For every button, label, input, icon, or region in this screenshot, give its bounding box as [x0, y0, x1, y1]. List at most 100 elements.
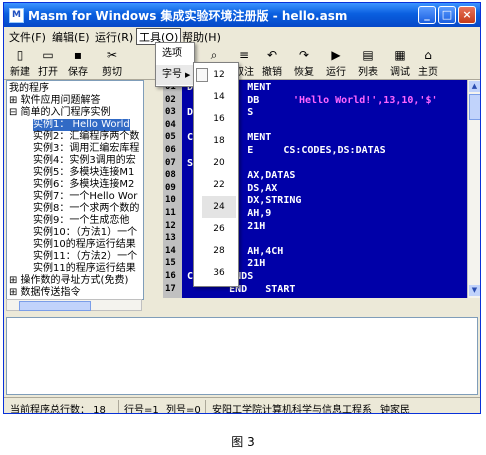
line-number: 02 [165, 94, 176, 105]
editor-vertical-scrollbar[interactable]: ▲ ▼ [467, 80, 480, 298]
scroll-down-icon[interactable]: ▼ [469, 285, 480, 296]
tree-item[interactable]: ⊞ 操作数的寻址方式(免费) [9, 275, 128, 287]
toolbar-label: 调试 [390, 67, 410, 78]
toolbar-button-debug[interactable]: ▦ 调试 [386, 46, 414, 78]
font-size-option-14[interactable]: 14 [202, 86, 236, 108]
scroll-up-icon[interactable]: ▲ [469, 81, 480, 92]
tree-item[interactable]: 实例9：一个生成恋他 [33, 215, 129, 227]
tree-item[interactable]: 实例3：调用汇编宏库程 [33, 143, 139, 155]
scroll-thumb[interactable] [469, 94, 480, 120]
tree-horizontal-scrollbar[interactable] [6, 299, 142, 311]
toolbar-label: 打开 [38, 67, 58, 78]
submenu-arrow-icon: ▶ [185, 71, 191, 79]
line-number: 16 [165, 271, 176, 281]
status-divider [205, 400, 206, 413]
menu-edit[interactable]: 编辑(E) [52, 29, 90, 45]
tools-dropdown-menu: 选项 字号 ▶ [155, 42, 195, 87]
toolbar-button-home[interactable]: ⌂ 主页 [414, 46, 442, 78]
toolbar-label: 运行 [326, 67, 346, 78]
font-size-option-36[interactable]: 36 [202, 262, 236, 284]
output-pane[interactable] [6, 317, 478, 395]
tree-item[interactable]: 实例11：（方法2）一个 [33, 251, 137, 263]
toolbar-label: 恢复 [294, 67, 314, 78]
tree-item[interactable]: 我的程序 [9, 83, 49, 95]
tree-item[interactable]: 实例6：多模块连接M2 [33, 179, 134, 191]
tree-item[interactable]: 实例10的程序运行结果 [33, 239, 136, 251]
new-file-icon: ▯ [16, 48, 24, 62]
line-number: 13 [165, 233, 176, 244]
tree-item[interactable]: 实例1： Hello World [33, 119, 130, 131]
line-number: 17 [165, 283, 176, 294]
status-bar: 当前程序总行数： 18 行号=1 列号=0 安阳工学院计算机科学与信息工程系 钟… [4, 397, 480, 414]
undo-icon: ↶ [266, 48, 278, 62]
list-icon: ▤ [362, 48, 374, 62]
font-size-option-22[interactable]: 22 [202, 174, 236, 196]
status-author: 钟家民 [380, 405, 410, 414]
toolbar-label: 列表 [358, 67, 378, 78]
tree-item[interactable]: 实例2：汇编程序两个数 [33, 131, 139, 143]
cut-icon: ✂ [106, 48, 118, 62]
line-number: 14 [165, 245, 176, 256]
font-size-option-20[interactable]: 20 [202, 152, 236, 174]
run-icon: ▶ [331, 48, 341, 62]
menu-item-font-size[interactable]: 字号 ▶ [156, 65, 194, 85]
menu-item-font-size-label: 字号 [162, 69, 182, 80]
tree-item[interactable]: 实例11的程序运行结果 [33, 263, 136, 275]
line-number: 05 [165, 132, 176, 143]
font-size-option-18[interactable]: 18 [202, 130, 236, 152]
tree-item[interactable]: 实例10：（方法1）一个 [33, 227, 137, 239]
tree-item[interactable]: 实例7：一个Hello Wor [33, 191, 137, 203]
line-number: 06 [165, 145, 176, 155]
toolbar-button-list[interactable]: ▤ 列表 [354, 46, 382, 78]
toolbar-button-save[interactable]: ▪ 保存 [64, 46, 92, 78]
font-size-option-26[interactable]: 26 [202, 218, 236, 240]
menu-run[interactable]: 运行(R) [95, 29, 133, 45]
close-button[interactable]: × [458, 6, 476, 24]
code-string-literal: 'Hello World!',13,10,'$' [293, 94, 438, 106]
open-folder-icon: ▭ [42, 48, 54, 62]
tree-item[interactable]: 实例8：一个求两个数的 [33, 203, 139, 215]
line-number: 15 [165, 258, 176, 269]
find-icon: ⌕ [210, 48, 218, 62]
status-col: 列号=0 [166, 405, 201, 414]
font-size-option-28[interactable]: 28 [202, 240, 236, 262]
menu-file[interactable]: 文件(F) [9, 29, 46, 45]
line-number: 10 [165, 195, 176, 206]
save-icon: ▪ [73, 48, 83, 62]
redo-icon: ↷ [298, 48, 310, 62]
app-window: M Masm for Windows 集成实验环境注册版 - hello.asm… [3, 2, 481, 414]
toolbar-button-redo[interactable]: ↷ 恢复 [290, 46, 318, 78]
figure-caption: 图 3 [231, 435, 255, 449]
current-size-check-icon [196, 68, 208, 82]
tree-item[interactable]: ⊟ 简单的入门程序实例 [9, 107, 111, 119]
toolbar-button-open-folder[interactable]: ▭ 打开 [34, 46, 62, 78]
tree-item[interactable]: 实例4：实例3调用的宏 [33, 155, 136, 167]
toolbar-button-cut[interactable]: ✂ 剪切 [98, 46, 126, 78]
sample-tree[interactable]: 我的程序 ⊞ 软件应用问题解答 ⊟ 简单的入门程序实例 实例1： Hello Worl… [6, 80, 144, 300]
toolbar-label: 新建 [10, 67, 30, 78]
maximize-button[interactable]: □ [438, 6, 456, 24]
toolbar-button-new-file[interactable]: ▯ 新建 [6, 46, 34, 78]
toolbar-button-run[interactable]: ▶ 运行 [322, 46, 350, 78]
minimize-button[interactable]: _ [418, 6, 436, 24]
tree-item[interactable]: ⊞ 软件应用问题解答 [9, 95, 101, 107]
tree-item[interactable]: ⊞ 数据传送指令 [9, 287, 81, 299]
line-number: 12 [165, 220, 176, 231]
tree-item[interactable]: 实例5：多模块连接M1 [33, 167, 134, 179]
toolbar-label: 保存 [68, 67, 88, 78]
debug-icon: ▦ [394, 48, 406, 62]
font-size-option-24[interactable]: 24 [202, 196, 236, 218]
title-bar[interactable]: M Masm for Windows 集成实验环境注册版 - hello.asm… [4, 3, 480, 27]
line-number: 08 [165, 170, 176, 181]
toolbar-label: 撤销 [262, 67, 282, 78]
toolbar-button-undo[interactable]: ↶ 撤销 [258, 46, 286, 78]
menu-item-options[interactable]: 选项 [156, 44, 194, 64]
font-size-option-16[interactable]: 16 [202, 108, 236, 130]
line-number: 03 [165, 107, 176, 118]
scroll-thumb[interactable] [19, 301, 91, 311]
toolbar-label: 剪切 [102, 67, 122, 78]
line-number: 11 [165, 208, 176, 218]
window-title: Masm for Windows 集成实验环境注册版 - hello.asm [28, 9, 348, 23]
status-row: 行号=1 [124, 405, 159, 414]
menu-bar: 文件(F) 编辑(E) 运行(R) 工具(O) 帮助(H) [4, 27, 480, 45]
